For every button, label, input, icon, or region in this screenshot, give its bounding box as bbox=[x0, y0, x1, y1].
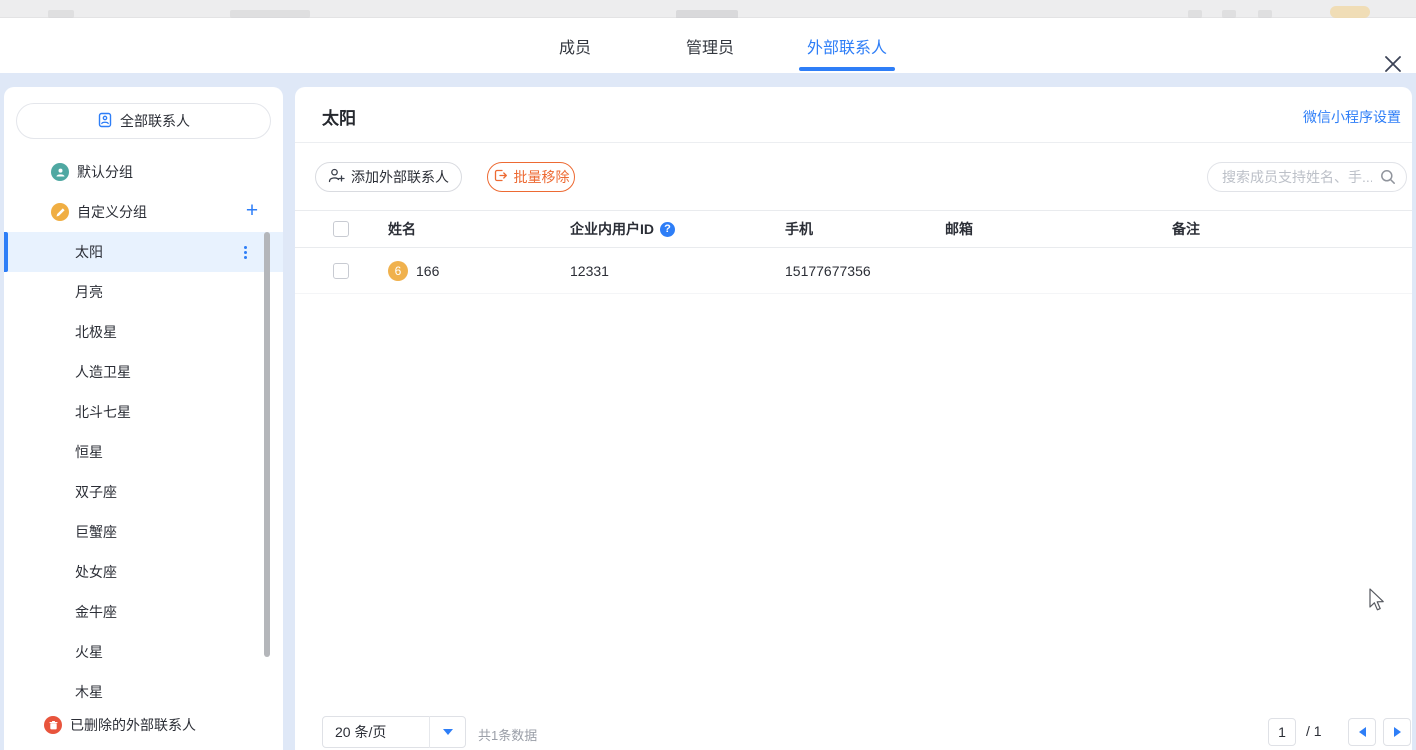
sidebar-group-beidouqixing[interactable]: 北斗七星 bbox=[4, 392, 283, 432]
cell-phone: 15177677356 bbox=[785, 263, 945, 279]
more-dots-icon[interactable] bbox=[239, 242, 251, 262]
all-contacts-label: 全部联系人 bbox=[120, 111, 190, 131]
tab-external-contacts[interactable]: 外部联系人 bbox=[807, 18, 887, 73]
group-label: 木星 bbox=[75, 682, 103, 702]
deleted-contacts-label: 已删除的外部联系人 bbox=[70, 715, 196, 735]
col-header-user-id: 企业内用户ID bbox=[570, 219, 654, 239]
sidebar-group-taiyang[interactable]: 太阳 bbox=[4, 232, 283, 272]
col-header-phone: 手机 bbox=[785, 219, 945, 239]
background-artifact bbox=[48, 10, 74, 18]
cell-user-id: 12331 bbox=[570, 263, 785, 279]
col-header-remark: 备注 bbox=[1172, 219, 1412, 239]
table-row[interactable]: 6 166 12331 15177677356 bbox=[295, 248, 1412, 294]
col-header-name: 姓名 bbox=[388, 219, 570, 239]
background-artifact bbox=[230, 10, 310, 18]
chevron-down-icon bbox=[429, 716, 465, 748]
sidebar-item-default-group[interactable]: 默认分组 bbox=[4, 154, 283, 190]
add-group-button[interactable]: + bbox=[239, 198, 265, 224]
mini-program-settings-link[interactable]: 微信小程序设置 bbox=[1303, 107, 1401, 127]
panel-header: 太阳 微信小程序设置 bbox=[295, 87, 1412, 143]
custom-group-label: 自定义分组 bbox=[77, 202, 147, 222]
sidebar-group-beijixing[interactable]: 北极星 bbox=[4, 312, 283, 352]
sidebar-group-shuangzizuo[interactable]: 双子座 bbox=[4, 472, 283, 512]
tab-members[interactable]: 成员 bbox=[559, 18, 591, 73]
default-group-label: 默认分组 bbox=[77, 162, 133, 182]
search-icon bbox=[1380, 169, 1396, 190]
background-artifact bbox=[1258, 10, 1272, 18]
modal-header: 成员 管理员 外部联系人 bbox=[0, 18, 1416, 73]
search-box bbox=[1207, 162, 1407, 192]
background-artifact bbox=[1222, 10, 1236, 18]
contacts-book-icon bbox=[97, 112, 113, 131]
group-label: 恒星 bbox=[75, 442, 103, 462]
contacts-sidebar: 全部联系人 默认分组 自定义分组 + 太阳 bbox=[4, 87, 283, 750]
sidebar-group-juxiezuo[interactable]: 巨蟹座 bbox=[4, 512, 283, 552]
all-contacts-button[interactable]: 全部联系人 bbox=[16, 103, 271, 139]
select-all-checkbox[interactable] bbox=[333, 221, 349, 237]
trash-icon bbox=[44, 716, 62, 734]
total-count-label: 共1条数据 bbox=[478, 725, 537, 744]
active-tab-underline bbox=[799, 67, 895, 71]
page-title: 太阳 bbox=[322, 104, 356, 129]
group-label: 北斗七星 bbox=[75, 402, 131, 422]
sidebar-group-renzaoweixing[interactable]: 人造卫星 bbox=[4, 352, 283, 392]
pagination-bar: 20 条/页 共1条数据 1 / 1 bbox=[295, 716, 1412, 748]
table-header-row: 姓名 企业内用户ID ? 手机 邮箱 备注 bbox=[295, 210, 1412, 248]
background-artifact bbox=[1188, 10, 1202, 18]
contacts-table: 姓名 企业内用户ID ? 手机 邮箱 备注 6 166 12331 bbox=[295, 210, 1412, 294]
add-external-contact-label: 添加外部联系人 bbox=[351, 167, 449, 187]
row-checkbox[interactable] bbox=[333, 263, 349, 279]
group-label: 巨蟹座 bbox=[75, 522, 117, 542]
arrow-right-icon bbox=[1394, 727, 1401, 737]
sidebar-group-muxing[interactable]: 木星 bbox=[4, 672, 283, 712]
screen: 成员 管理员 外部联系人 全部联系人 默认分组 bbox=[0, 0, 1416, 750]
help-icon[interactable]: ? bbox=[660, 222, 675, 237]
pencil-icon bbox=[51, 203, 69, 221]
selected-indicator-bar bbox=[4, 232, 8, 272]
tab-admins[interactable]: 管理员 bbox=[686, 18, 734, 73]
group-label: 处女座 bbox=[75, 562, 117, 582]
group-label: 人造卫星 bbox=[75, 362, 131, 382]
page-size-value: 20 条/页 bbox=[323, 722, 429, 742]
sidebar-scrollbar[interactable] bbox=[264, 232, 270, 657]
group-label: 北极星 bbox=[75, 322, 117, 342]
add-external-contact-button[interactable]: 添加外部联系人 bbox=[315, 162, 462, 192]
group-label: 火星 bbox=[75, 642, 103, 662]
sidebar-group-huoxing[interactable]: 火星 bbox=[4, 632, 283, 672]
sidebar-item-deleted-contacts[interactable]: 已删除的外部联系人 bbox=[4, 707, 283, 743]
page-total-label: / 1 bbox=[1306, 723, 1322, 739]
group-list: 太阳 月亮 北极星 人造卫星 北斗七星 恒星 双子座 巨蟹座 处女座 金牛座 火… bbox=[4, 232, 283, 712]
sidebar-group-jinniuzuo[interactable]: 金牛座 bbox=[4, 592, 283, 632]
person-icon bbox=[51, 163, 69, 181]
sidebar-item-custom-group[interactable]: 自定义分组 + bbox=[4, 194, 283, 230]
sidebar-group-chunvzuo[interactable]: 处女座 bbox=[4, 552, 283, 592]
avatar: 6 bbox=[388, 261, 408, 281]
group-label: 金牛座 bbox=[75, 602, 117, 622]
background-page-strip bbox=[0, 0, 1416, 18]
current-page-box[interactable]: 1 bbox=[1268, 718, 1296, 746]
remove-export-icon bbox=[493, 168, 508, 186]
prev-page-button[interactable] bbox=[1348, 718, 1376, 746]
sidebar-group-hengxing[interactable]: 恒星 bbox=[4, 432, 283, 472]
sidebar-group-yueliang[interactable]: 月亮 bbox=[4, 272, 283, 312]
background-artifact bbox=[1330, 6, 1370, 18]
search-input[interactable] bbox=[1207, 162, 1407, 192]
tab-external-contacts-label: 外部联系人 bbox=[807, 34, 887, 58]
cell-name: 166 bbox=[416, 263, 439, 279]
person-plus-icon bbox=[328, 168, 345, 186]
group-label: 月亮 bbox=[75, 282, 103, 302]
main-panel: 太阳 微信小程序设置 添加外部联系人 批量移除 bbox=[295, 87, 1412, 750]
col-header-email: 邮箱 bbox=[945, 219, 1172, 239]
arrow-left-icon bbox=[1359, 727, 1366, 737]
group-label: 太阳 bbox=[75, 242, 103, 262]
page-size-select[interactable]: 20 条/页 bbox=[322, 716, 466, 748]
page-background: 全部联系人 默认分组 自定义分组 + 太阳 bbox=[0, 73, 1416, 750]
batch-remove-button[interactable]: 批量移除 bbox=[487, 162, 575, 192]
group-label: 双子座 bbox=[75, 482, 117, 502]
next-page-button[interactable] bbox=[1383, 718, 1411, 746]
batch-remove-label: 批量移除 bbox=[514, 167, 570, 187]
